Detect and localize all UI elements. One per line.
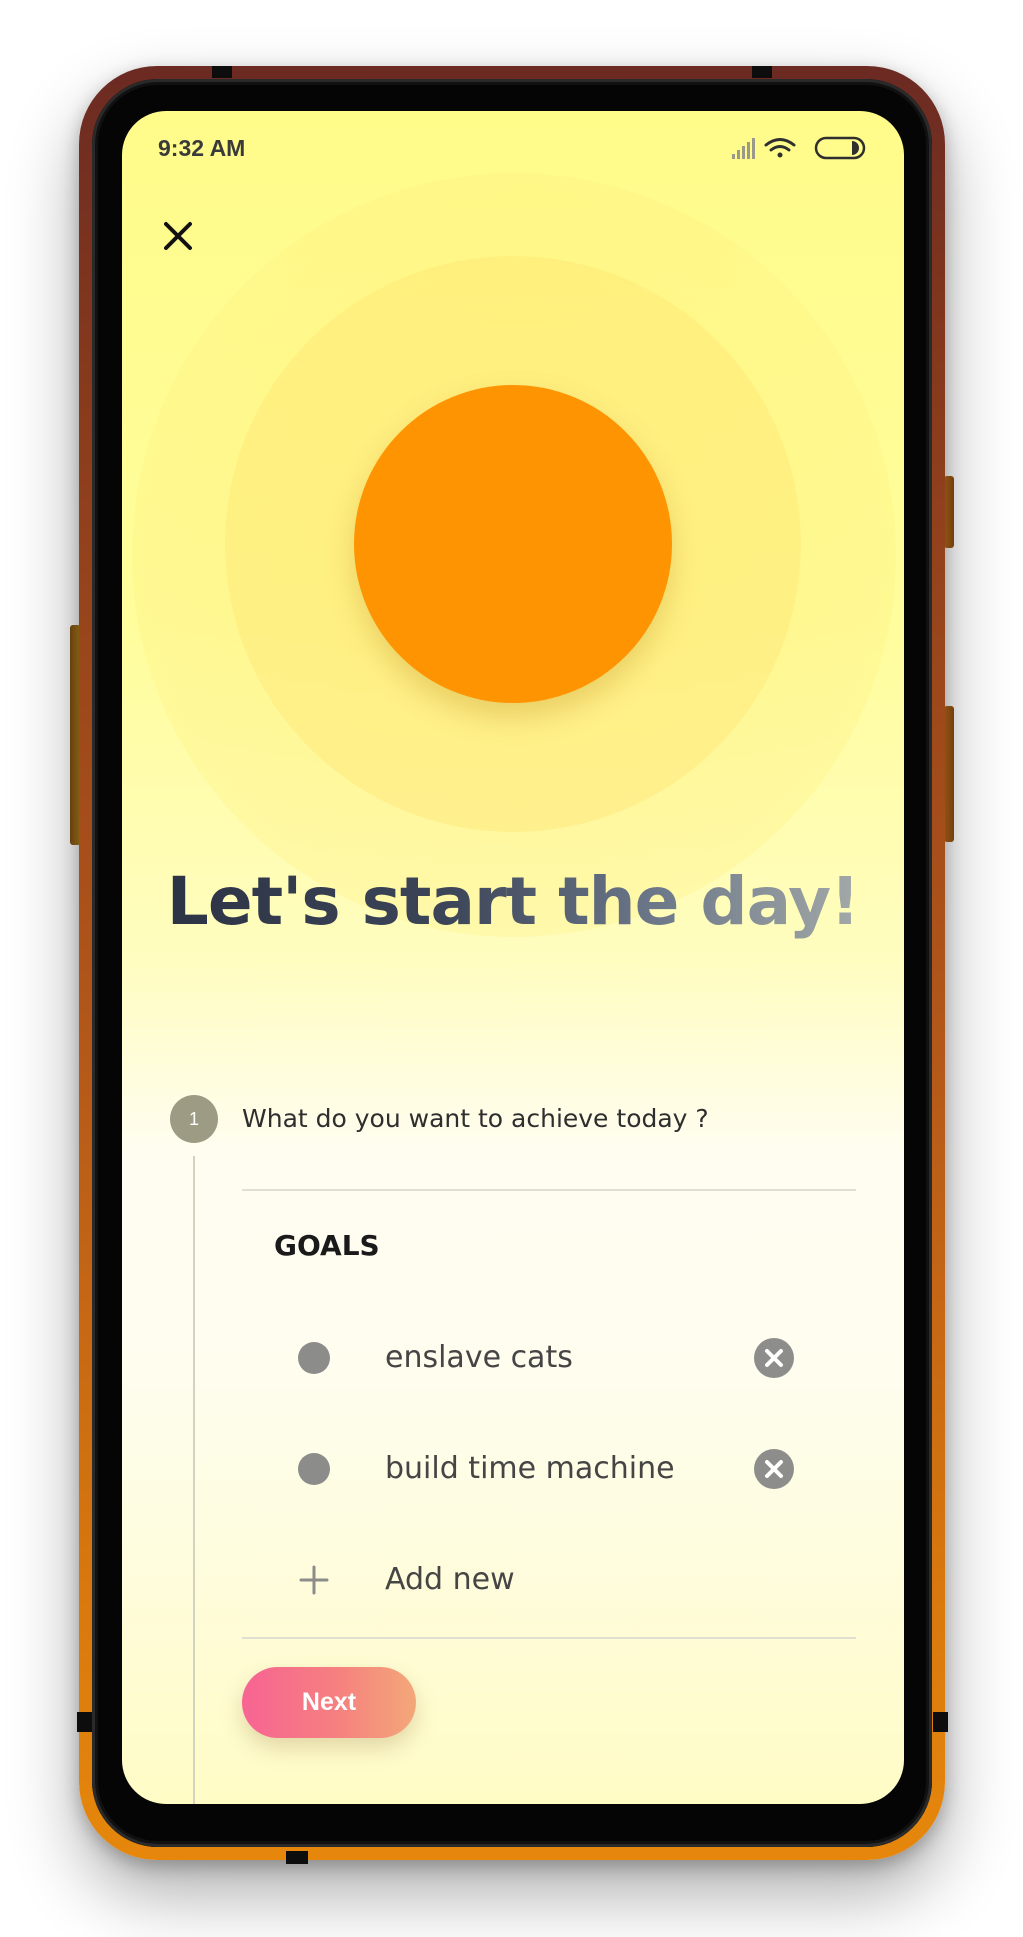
antenna-line: [933, 1712, 948, 1732]
antenna-line: [286, 1851, 308, 1864]
remove-goal-icon[interactable]: [754, 1449, 794, 1489]
step-number-badge: 1: [170, 1095, 218, 1143]
antenna-line: [212, 66, 232, 78]
goal-label[interactable]: build time machine: [385, 1451, 675, 1486]
status-icons: [732, 136, 866, 160]
goal-item: build time machine: [242, 1439, 856, 1499]
goal-label[interactable]: enslave cats: [385, 1340, 573, 1375]
sun-illustration: [354, 385, 672, 703]
power-button: [944, 706, 954, 842]
add-goal-label[interactable]: Add new: [385, 1562, 515, 1597]
add-goal-row[interactable]: Add new: [242, 1550, 856, 1610]
status-time: 9:32 AM: [158, 135, 246, 161]
remove-goal-icon[interactable]: [754, 1338, 794, 1378]
app-screen: 9:32 AM Let's start the day! 1 What do y…: [122, 111, 904, 1804]
goals-heading: GOALS: [274, 1229, 380, 1262]
divider: [242, 1189, 856, 1191]
signal-icon: [732, 138, 755, 159]
goal-bullet-icon: [298, 1453, 330, 1485]
antenna-line: [752, 66, 772, 78]
side-button-top: [944, 476, 954, 548]
plus-icon[interactable]: [298, 1564, 330, 1596]
next-button[interactable]: Next: [242, 1667, 416, 1738]
headline-text: Let's start the day!: [166, 863, 860, 940]
battery-icon: [814, 136, 866, 160]
goal-bullet-icon: [298, 1342, 330, 1374]
antenna-line: [77, 1712, 92, 1732]
step-question: What do you want to achieve today ?: [242, 1104, 709, 1133]
wifi-icon: [764, 138, 796, 158]
goal-item: enslave cats: [242, 1328, 856, 1388]
divider: [242, 1637, 856, 1639]
page-title: Let's start the day!: [122, 863, 904, 940]
status-bar: 9:32 AM: [122, 111, 904, 183]
close-icon[interactable]: [158, 216, 198, 256]
device-mockup: 9:32 AM Let's start the day! 1 What do y…: [0, 0, 1023, 1937]
step-connector-line: [193, 1156, 195, 1804]
